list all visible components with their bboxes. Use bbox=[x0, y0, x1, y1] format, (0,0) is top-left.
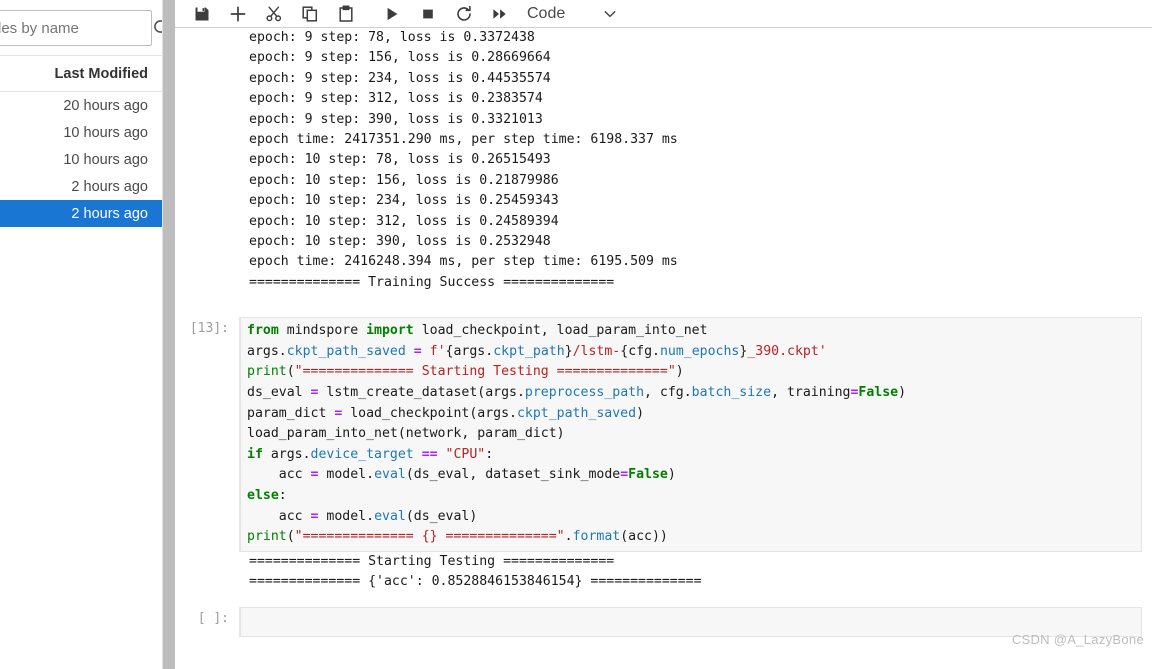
file-row-4[interactable]: 2 hours ago bbox=[0, 173, 162, 200]
code-cell-13[interactable]: [13]: from mindspore import load_checkpo… bbox=[175, 317, 1152, 552]
restart-icon[interactable] bbox=[449, 2, 479, 26]
training-log-output: epoch: 9 step: 78, loss is 0.3372438 epo… bbox=[239, 28, 1152, 294]
file-browser-sidebar: Last Modified 20 hours ago 10 hours ago … bbox=[0, 0, 163, 669]
code-cell-13-output: ============== Starting Testing ========… bbox=[175, 551, 1152, 593]
chevron-down-icon[interactable] bbox=[601, 5, 619, 23]
copy-icon[interactable] bbox=[295, 2, 325, 26]
file-list: 20 hours ago 10 hours ago 10 hours ago 2… bbox=[0, 92, 162, 227]
file-filter-area bbox=[0, 0, 162, 55]
paste-icon[interactable] bbox=[331, 2, 361, 26]
add-icon[interactable] bbox=[223, 2, 253, 26]
output-prompt bbox=[175, 28, 239, 293]
watermark: CSDN @A_LazyBone bbox=[1011, 632, 1144, 647]
column-header-last-modified[interactable]: Last Modified bbox=[0, 56, 162, 92]
stop-icon[interactable] bbox=[413, 2, 443, 26]
testing-result-output: ============== Starting Testing ========… bbox=[239, 551, 1152, 593]
output-prompt-13 bbox=[175, 552, 239, 593]
search-input[interactable] bbox=[0, 19, 152, 37]
input-prompt-empty: [ ]: bbox=[197, 610, 229, 626]
notebook-scroll-area[interactable]: epoch: 9 step: 78, loss is 0.3372438 epo… bbox=[175, 28, 1152, 669]
code-editor-empty[interactable] bbox=[239, 606, 1142, 637]
file-row-1[interactable]: 20 hours ago bbox=[0, 92, 162, 119]
search-icon[interactable] bbox=[152, 18, 162, 38]
jupyter-notebook-window: Last Modified 20 hours ago 10 hours ago … bbox=[0, 0, 1152, 669]
code-editor-13[interactable]: from mindspore import load_checkpoint, l… bbox=[239, 317, 1142, 552]
file-row-2[interactable]: 10 hours ago bbox=[0, 119, 162, 146]
input-prompt-13: [13]: bbox=[189, 321, 229, 337]
file-row-5-selected[interactable]: 2 hours ago bbox=[0, 200, 162, 227]
stream-output-cell: epoch: 9 step: 78, loss is 0.3372438 epo… bbox=[175, 28, 1152, 294]
cell-type-dropdown[interactable]: Code bbox=[527, 5, 619, 23]
empty-code-cell[interactable]: [ ]: bbox=[175, 606, 1152, 637]
panel-splitter[interactable] bbox=[163, 0, 175, 669]
cell-type-label: Code bbox=[527, 4, 566, 22]
file-row-3[interactable]: 10 hours ago bbox=[0, 146, 162, 173]
file-search-box[interactable] bbox=[0, 10, 162, 46]
run-all-icon[interactable] bbox=[485, 2, 515, 26]
run-icon[interactable] bbox=[377, 2, 407, 26]
notebook-panel: Code epoch: 9 step: 78, loss is 0.337243… bbox=[175, 0, 1152, 669]
save-icon[interactable] bbox=[187, 2, 217, 26]
notebook-toolbar: Code bbox=[175, 0, 1152, 28]
cut-icon[interactable] bbox=[259, 2, 289, 26]
